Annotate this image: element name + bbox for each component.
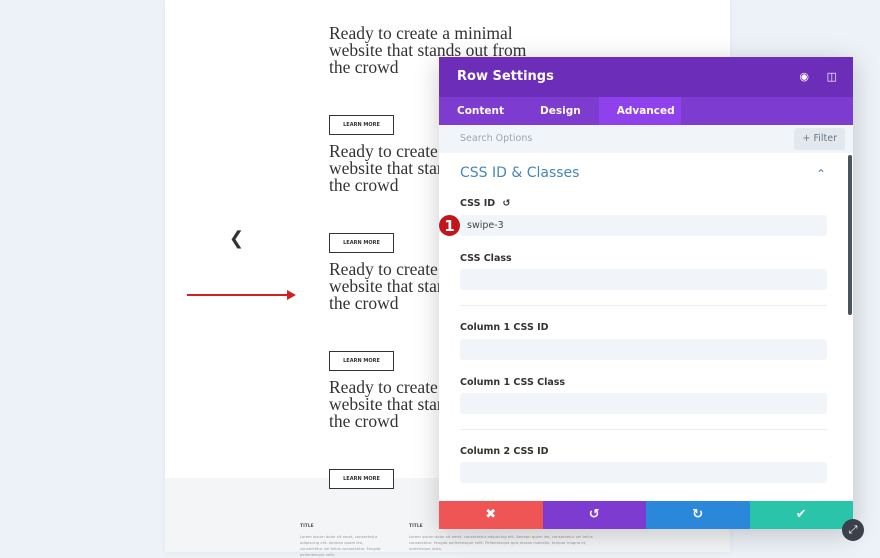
red-arrow-head: [287, 290, 296, 300]
reset-icon[interactable]: ↺: [502, 198, 510, 209]
cancel-button[interactable]: ✖: [439, 501, 543, 529]
css-id-input[interactable]: swipe-3: [460, 215, 827, 236]
save-button[interactable]: ✔: [749, 501, 853, 529]
filter-button[interactable]: + Filter: [794, 128, 845, 150]
resize-handle-icon[interactable]: ⤢: [842, 519, 864, 541]
css-class-label: CSS Class: [460, 253, 512, 264]
column-1-css-class-label: Column 1 CSS Class: [460, 377, 566, 388]
redo-button[interactable]: ↻: [646, 501, 750, 529]
chevron-left-icon[interactable]: ❮: [229, 228, 244, 249]
search-placeholder: Search Options: [460, 133, 533, 144]
redo-icon: ↻: [692, 507, 704, 522]
learn-more-button[interactable]: LEARN MORE: [329, 115, 394, 135]
section-title[interactable]: CSS ID & Classes: [460, 165, 579, 181]
red-arrow-annotation: [187, 294, 289, 296]
undo-icon: ↺: [588, 507, 600, 522]
modal-actions: ✖ ↺ ↻ ✔: [439, 501, 853, 529]
divider: [460, 429, 827, 430]
column-2-css-id-input[interactable]: [460, 462, 827, 483]
scrollbar[interactable]: [848, 155, 852, 315]
learn-more-button[interactable]: LEARN MORE: [329, 469, 394, 489]
divider: [460, 305, 827, 306]
close-icon: ✖: [485, 507, 497, 522]
column-1-css-class-input[interactable]: [460, 393, 827, 414]
column-1-css-id-input[interactable]: [460, 339, 827, 360]
tab-design[interactable]: Design: [522, 97, 599, 125]
annotation-badge: 1: [438, 214, 461, 237]
footer-title: TITLE: [300, 524, 314, 529]
footer-text: Lorem ipsum dolor sit amet, consectetur …: [409, 534, 593, 551]
tab-content[interactable]: Content: [439, 97, 522, 125]
modal-title: Row Settings: [457, 69, 554, 84]
tab-advanced[interactable]: Advanced: [598, 97, 681, 125]
footer-text: Lorem ipsum dolor sit amet, consectetur …: [300, 534, 381, 557]
column-1-css-id-label: Column 1 CSS ID: [460, 322, 549, 333]
css-class-input[interactable]: [460, 269, 827, 290]
css-id-label: CSS ID ↺: [460, 198, 511, 209]
learn-more-button[interactable]: LEARN MORE: [329, 233, 394, 253]
modal-tabs: Content Design Advanced: [439, 97, 853, 125]
sidebar-toggle-icon[interactable]: ◫: [827, 70, 837, 83]
row-settings-modal: Row Settings ◉ ◫ Content Design Advanced…: [439, 57, 853, 529]
check-icon: ✔: [795, 507, 807, 522]
learn-more-button[interactable]: LEARN MORE: [329, 351, 394, 371]
chevron-up-icon[interactable]: ⌃: [816, 167, 826, 181]
undo-button[interactable]: ↺: [542, 501, 646, 529]
column-2-css-id-label: Column 2 CSS ID: [460, 446, 549, 457]
footer-title: TITLE: [409, 524, 423, 529]
modal-header: Row Settings ◉ ◫: [439, 57, 853, 97]
fullscreen-icon[interactable]: ◉: [799, 70, 809, 83]
search-options-input[interactable]: Search Options + Filter: [439, 125, 853, 153]
